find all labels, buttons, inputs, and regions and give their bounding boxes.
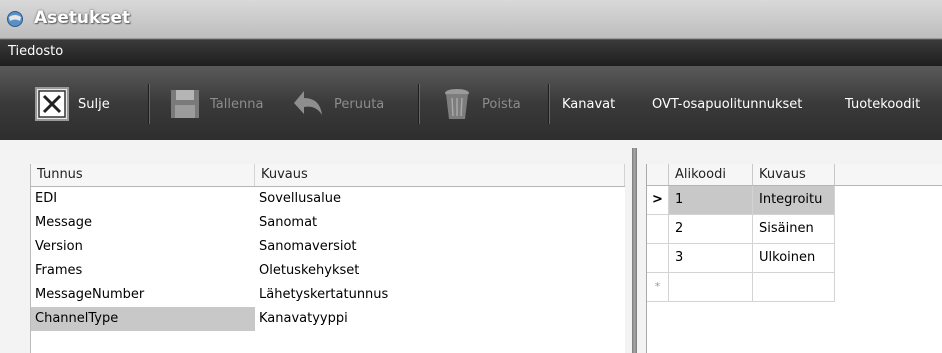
close-icon (35, 87, 69, 121)
undo-label: Peruuta (334, 96, 385, 112)
cell-subcode[interactable]: 1 (669, 186, 753, 215)
cell-id: Version (35, 239, 83, 254)
row-selector[interactable] (647, 215, 669, 244)
header-filler (835, 164, 942, 186)
menu-file[interactable]: Tiedosto (8, 44, 63, 59)
cell-description[interactable]: Ulkoinen (753, 244, 835, 273)
product-codes-button[interactable]: Tuotekoodit (845, 86, 920, 122)
table-row[interactable]: Message Sanomat (31, 211, 625, 235)
save-icon (171, 90, 199, 118)
new-row-description[interactable] (753, 273, 835, 302)
column-header-description[interactable]: Kuvaus (255, 164, 625, 186)
column-header-description[interactable]: Kuvaus (753, 164, 835, 186)
toolbar-separator (148, 84, 150, 124)
table-row[interactable]: Frames Oletuskehykset (31, 259, 625, 283)
pane-splitter[interactable] (632, 148, 637, 353)
channels-button[interactable]: Kanavat (562, 86, 615, 122)
cell-description[interactable]: Sisäinen (753, 215, 835, 244)
undo-icon (294, 91, 322, 115)
new-row-indicator[interactable]: * (647, 273, 669, 302)
trash-icon (445, 89, 469, 119)
subcode-grid: Alikoodi Kuvaus > 1 Integroitu 2 Sisäine… (646, 164, 942, 353)
cell-description: Lähetyskertatunnus (259, 287, 389, 302)
save-label: Tallenna (210, 96, 264, 112)
cell-id: Frames (35, 263, 83, 278)
app-globe-icon (7, 11, 23, 27)
cell-description: Sanomat (259, 215, 318, 230)
product-codes-label: Tuotekoodit (845, 96, 921, 112)
current-row-indicator[interactable]: > (647, 186, 669, 215)
cell-subcode[interactable]: 2 (669, 215, 753, 244)
table-row[interactable]: EDI Sovellusalue (31, 187, 625, 211)
parties-label: OVT-osapuolitunnukset (652, 96, 803, 112)
save-button[interactable]: Tallenna (168, 86, 263, 122)
cell-id: MessageNumber (35, 287, 145, 302)
table-row[interactable]: Version Sanomaversiot (31, 235, 625, 259)
menu-bar: Tiedosto (0, 39, 942, 66)
table-row[interactable]: MessageNumber Lähetyskertatunnus (31, 283, 625, 307)
table-row-selected[interactable]: ChannelType Kanavatyyppi (31, 307, 625, 331)
parties-button[interactable]: OVT-osapuolitunnukset (652, 86, 802, 122)
window-title: Asetukset (34, 8, 131, 28)
cell-description: Kanavatyyppi (259, 311, 348, 326)
toolbar-separator (548, 84, 550, 124)
grid-header: Tunnus Kuvaus (31, 164, 625, 187)
close-label: Sulje (78, 96, 110, 112)
delete-label: Poista (482, 96, 521, 112)
cell-description[interactable]: Integroitu (753, 186, 835, 215)
cell-id: EDI (35, 191, 58, 206)
undo-button[interactable]: Peruuta (290, 86, 384, 122)
delete-button[interactable]: Poista (440, 86, 521, 122)
toolbar: Sulje Tallenna Peruuta Poista Kanavat OV… (0, 66, 942, 140)
cell-description: Oletuskehykset (259, 263, 360, 278)
title-bar: Asetukset (0, 0, 942, 39)
close-button[interactable]: Sulje (34, 86, 110, 122)
cell-description: Sanomaversiot (259, 239, 357, 254)
channels-label: Kanavat (562, 96, 616, 112)
new-row-subcode[interactable] (669, 273, 753, 302)
cell-subcode[interactable]: 3 (669, 244, 753, 273)
settings-grid: Tunnus Kuvaus EDI Sovellusalue Message S… (30, 164, 625, 353)
toolbar-separator (418, 84, 420, 124)
cell-description: Sovellusalue (259, 191, 341, 206)
row-selector[interactable] (647, 244, 669, 273)
row-selector-header (647, 164, 669, 186)
column-header-subcode[interactable]: Alikoodi (669, 164, 753, 186)
cell-id: Message (35, 215, 92, 230)
content-area: Tunnus Kuvaus EDI Sovellusalue Message S… (0, 140, 942, 353)
column-header-id[interactable]: Tunnus (31, 164, 255, 186)
cell-id: ChannelType (31, 307, 255, 331)
